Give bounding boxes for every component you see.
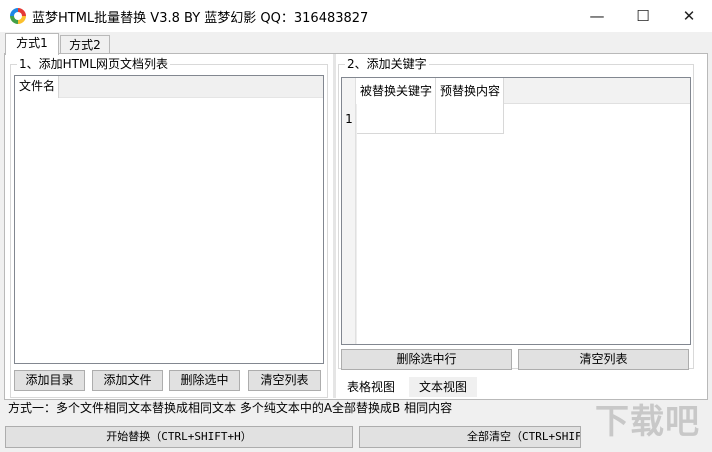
add-directory-button[interactable]: 添加目录	[14, 370, 85, 391]
tab-mode-1[interactable]: 方式1	[5, 33, 59, 55]
add-file-button[interactable]: 添加文件	[92, 370, 163, 391]
html-file-list-group-label: 1、添加HTML网页文档列表	[17, 57, 171, 71]
clear-keyword-list-button[interactable]: 清空列表	[518, 349, 689, 370]
tab-text-view[interactable]: 文本视图	[409, 377, 477, 397]
window-title: 蓝梦HTML批量替换 V3.8 BY 蓝梦幻影 QQ：316483827	[32, 11, 369, 26]
grid-row-number: 1	[345, 112, 353, 126]
client-area: 方式1 方式2 1、添加HTML网页文档列表 文件名 添加目录 添加文件 删除选…	[0, 32, 712, 452]
keyword-group: 2、添加关键字 被替换关键字 预替换内容 1 删除选中行 清空列表	[338, 57, 694, 370]
file-list-view[interactable]: 文件名	[14, 75, 324, 364]
keyword-group-label: 2、添加关键字	[345, 57, 429, 71]
maximize-button[interactable]: ☐	[620, 0, 666, 32]
title-bar: 蓝梦HTML批量替换 V3.8 BY 蓝梦幻影 QQ：316483827 — ☐…	[0, 0, 712, 32]
clear-all-button[interactable]: 全部清空（CTRL+SHIFT+	[359, 426, 581, 448]
clear-file-list-button[interactable]: 清空列表	[248, 370, 321, 391]
html-file-list-group: 1、添加HTML网页文档列表 文件名 添加目录 添加文件 删除选中 清空列表	[10, 57, 328, 398]
panel-splitter[interactable]	[333, 54, 336, 398]
mode-description: 方式一：多个文件相同文本替换成相同文本 多个纯文本中的A全部替换成B 相同内容	[8, 401, 453, 415]
file-list-header: 文件名	[15, 76, 323, 98]
tab-table-view[interactable]: 表格视图	[340, 377, 402, 397]
close-button[interactable]: ✕	[666, 0, 712, 32]
minimize-button[interactable]: —	[574, 0, 620, 32]
tab-mode-2[interactable]: 方式2	[60, 35, 110, 55]
grid-separator	[356, 104, 357, 344]
grid-cell-new-content[interactable]	[436, 104, 504, 134]
app-logo-icon	[10, 8, 26, 24]
keyword-grid[interactable]: 被替换关键字 预替换内容 1	[341, 77, 691, 345]
column-header-old-keyword[interactable]: 被替换关键字	[356, 78, 436, 104]
delete-selected-row-button[interactable]: 删除选中行	[341, 349, 512, 370]
column-header-new-content[interactable]: 预替换内容	[436, 78, 504, 104]
column-header-filename[interactable]: 文件名	[15, 76, 59, 98]
grid-cell-old-keyword[interactable]	[356, 104, 436, 134]
tab-panel-mode-1: 1、添加HTML网页文档列表 文件名 添加目录 添加文件 删除选中 清空列表 2…	[4, 53, 708, 400]
delete-selected-button[interactable]: 删除选中	[169, 370, 240, 391]
start-replace-button[interactable]: 开始替换（CTRL+SHIFT+H）	[5, 426, 353, 448]
site-watermark: 下载吧	[595, 402, 700, 442]
